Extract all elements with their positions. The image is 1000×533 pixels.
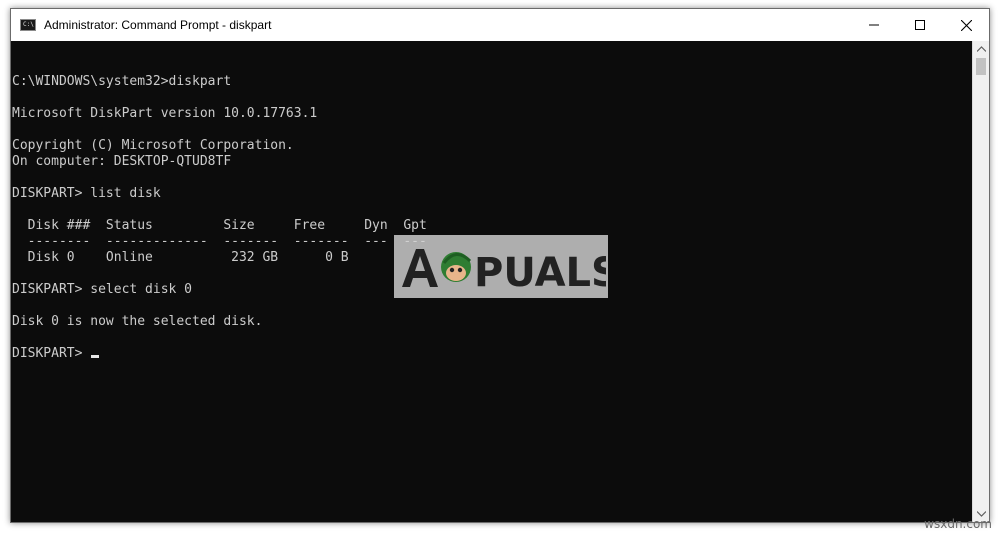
text-cursor bbox=[91, 355, 100, 358]
close-icon bbox=[960, 19, 972, 31]
site-watermark: wsxdn.com bbox=[924, 517, 992, 531]
cmd-icon[interactable]: C:\ bbox=[20, 19, 36, 31]
console-line: Disk ### Status Size Free Dyn Gpt bbox=[12, 218, 427, 233]
console-line: DISKPART> select disk 0 bbox=[12, 282, 193, 297]
prompt-line[interactable]: DISKPART> bbox=[12, 346, 427, 362]
appuals-logo-image: PUALS bbox=[402, 248, 606, 295]
minimize-button[interactable] bbox=[851, 9, 897, 41]
prompt-text: DISKPART> bbox=[12, 346, 91, 361]
scroll-up-icon bbox=[976, 46, 986, 52]
console-line: On computer: DESKTOP-QTUD8TF bbox=[12, 154, 232, 169]
scroll-thumb[interactable] bbox=[976, 58, 986, 75]
console-lines: C:\WINDOWS\system32>diskpart Microsoft D… bbox=[12, 58, 427, 362]
minimize-icon bbox=[869, 24, 879, 26]
maximize-button[interactable] bbox=[897, 9, 943, 41]
window-title: Administrator: Command Prompt - diskpart bbox=[44, 18, 272, 32]
svg-text:PUALS: PUALS bbox=[474, 250, 606, 295]
maximize-icon bbox=[915, 20, 925, 30]
console-line: -------- ------------- ------- ------- -… bbox=[12, 234, 427, 249]
window-controls bbox=[851, 9, 989, 41]
console-line: C:\WINDOWS\system32>diskpart bbox=[12, 74, 232, 89]
cmd-icon-text: C:\ bbox=[23, 21, 34, 28]
title-bar[interactable]: C:\ Administrator: Command Prompt - disk… bbox=[11, 9, 989, 41]
console-line: Disk 0 is now the selected disk. bbox=[12, 314, 263, 329]
console-line: Microsoft DiskPart version 10.0.17763.1 bbox=[12, 106, 318, 121]
vertical-scrollbar[interactable] bbox=[972, 41, 989, 522]
console-line: Disk 0 Online 232 GB 0 B bbox=[12, 250, 349, 265]
close-button[interactable] bbox=[943, 9, 989, 41]
command-prompt-window: C:\ Administrator: Command Prompt - disk… bbox=[10, 8, 990, 523]
watermark-logo: PUALS bbox=[394, 235, 608, 298]
console-line: Copyright (C) Microsoft Corporation. bbox=[12, 138, 294, 153]
console-line: DISKPART> list disk bbox=[12, 186, 161, 201]
scroll-up-button[interactable] bbox=[973, 41, 989, 57]
console-output-area[interactable]: C:\WINDOWS\system32>diskpart Microsoft D… bbox=[11, 41, 972, 522]
